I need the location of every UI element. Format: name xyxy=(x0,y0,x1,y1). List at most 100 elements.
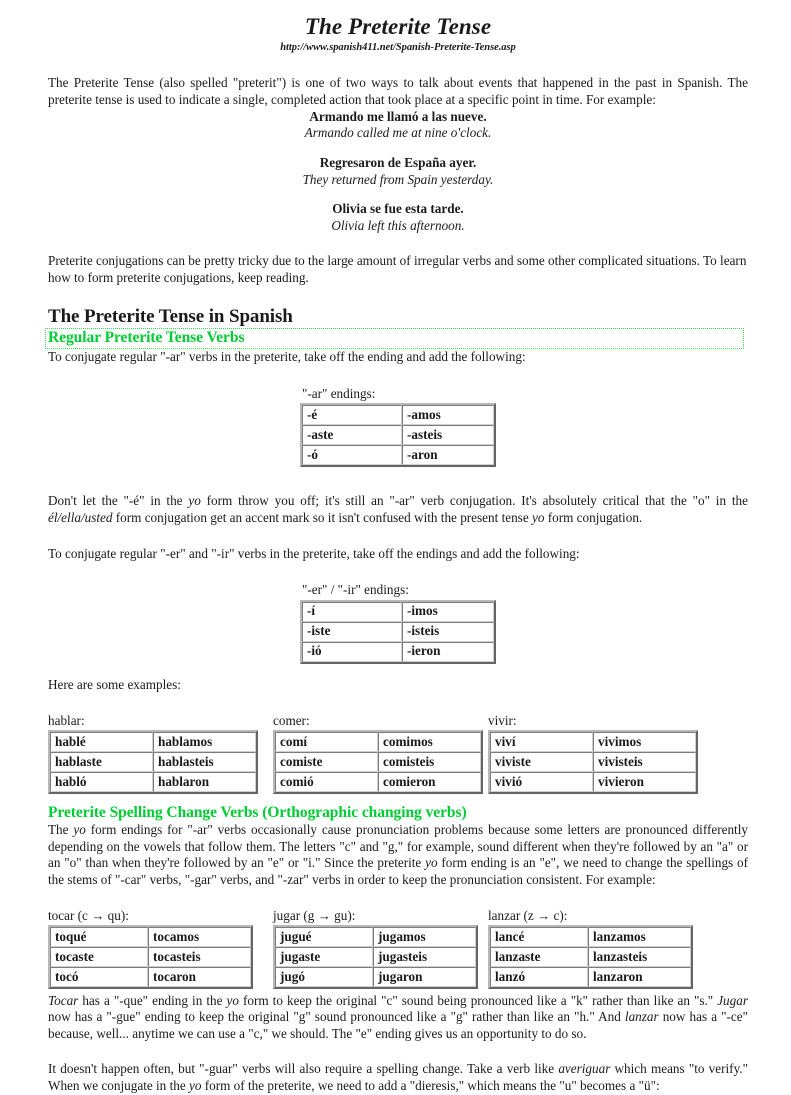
table-cell: -imos xyxy=(402,601,494,622)
table-cell: comiste xyxy=(275,752,378,773)
tocar-block: tocar (c → qu): toqué tocamos tocaste to… xyxy=(48,908,253,990)
ar-note-part-d: form conjugation. xyxy=(544,510,643,525)
table-cell: comió xyxy=(275,772,378,793)
page-title: The Preterite Tense xyxy=(304,14,492,39)
table-cell: -asteis xyxy=(402,425,494,446)
ar-intro-text: To conjugate regular "-ar" verbs in the … xyxy=(48,349,526,365)
table-cell: -iste xyxy=(302,621,402,642)
jugar-table: jugué jugamos jugaste jugasteis jugó jug… xyxy=(273,925,478,990)
table-cell: viviste xyxy=(490,752,593,773)
table-cell: lanzamos xyxy=(588,927,691,948)
comer-table: comí comimos comiste comisteis comió com… xyxy=(273,730,483,795)
table-row: lanzó lanzaron xyxy=(490,967,691,988)
table-cell: habló xyxy=(50,772,153,793)
note-yo-1: yo xyxy=(226,992,239,1008)
table-row: -ió -ieron xyxy=(302,641,494,662)
lanzar-table: lancé lanzamos lanzaste lanzasteis lanzó… xyxy=(488,925,693,990)
subsection-heading-regular-verbs: Regular Preterite Tense Verbs xyxy=(45,327,744,350)
intro-paragraph: The Preterite Tense (also spelled "prete… xyxy=(48,75,748,108)
table-row: -aste -asteis xyxy=(302,425,494,446)
table-cell: -ieron xyxy=(402,641,494,662)
example-3-spanish: Olivia se fue esta tarde. xyxy=(332,201,464,217)
table-cell: -aste xyxy=(302,425,402,446)
spelling-note-paragraph: Tocar has a "-que" ending in the yo form… xyxy=(48,993,748,1043)
table-row: comiste comisteis xyxy=(275,752,481,773)
lanzar-block: lanzar (z → c): lancé lanzamos lanzaste … xyxy=(488,908,693,990)
spelling-para-part-a: The xyxy=(48,822,74,838)
ar-note-elella: él/ella/usted xyxy=(48,510,113,525)
example-3-english: Olivia left this afternoon. xyxy=(331,217,465,233)
table-row: tocaste tocasteis xyxy=(50,947,251,968)
table-row: vivió vivieron xyxy=(490,772,696,793)
example-1-english: Armando called me at nine o'clock. xyxy=(304,125,492,141)
table-row: jugué jugamos xyxy=(275,927,476,948)
hablar-label: hablar: xyxy=(48,712,85,728)
table-cell: hablaste xyxy=(50,752,153,773)
table-cell: -ió xyxy=(302,641,402,662)
table-row: -í -imos xyxy=(302,601,494,622)
table-cell: -é xyxy=(302,405,402,426)
table-row: comió comieron xyxy=(275,772,481,793)
spelling-para-yo-1: yo xyxy=(73,822,86,838)
table-row: toqué tocamos xyxy=(50,927,251,948)
ar-note-yo-2: yo xyxy=(531,510,545,525)
ar-endings-section: "-ar" endings: -é -amos -aste -asteis -ó… xyxy=(48,385,748,468)
note-tocar: Tocar xyxy=(48,992,79,1008)
er-ir-endings-table: -í -imos -iste -isteis -ió -ieron xyxy=(300,599,496,664)
vivir-table: viví vivimos viviste vivisteis vivió viv… xyxy=(488,730,698,795)
jugar-label: jugar (g → gu): xyxy=(273,907,356,923)
note-part-c: now has a "-gue" ending to keep the orig… xyxy=(48,1009,625,1025)
table-cell: jugaste xyxy=(275,947,373,968)
table-cell: jugaron xyxy=(373,967,476,988)
table-cell: jugué xyxy=(275,927,373,948)
table-cell: vivieron xyxy=(593,772,696,793)
note-part-a: has a "-que" ending in the xyxy=(78,992,227,1008)
table-cell: lanzaron xyxy=(588,967,691,988)
section-heading-spanish: The Preterite Tense in Spanish xyxy=(48,305,293,327)
table-cell: lanzaste xyxy=(490,947,588,968)
er-ir-endings-label: "-er" / "-ir" endings: xyxy=(302,582,409,598)
intro-closing-paragraph: Preterite conjugations can be pretty tri… xyxy=(48,253,747,286)
table-cell: tocó xyxy=(50,967,148,988)
table-cell: comisteis xyxy=(378,752,481,773)
example-2-english: They returned from Spain yesterday. xyxy=(302,171,494,187)
table-row: -ó -aron xyxy=(302,445,494,466)
er-ir-endings-section: "-er" / "-ir" endings: -í -imos -iste -i… xyxy=(48,581,748,664)
table-cell: jugó xyxy=(275,967,373,988)
guar-averiguar: averiguar xyxy=(558,1061,611,1077)
table-cell: vivisteis xyxy=(593,752,696,773)
table-cell: viví xyxy=(490,732,593,753)
tocar-table: toqué tocamos tocaste tocasteis tocó toc… xyxy=(48,925,253,990)
note-jugar: Jugar xyxy=(717,992,748,1008)
hablar-table: hablé hablamos hablaste hablasteis habló… xyxy=(48,730,258,795)
table-cell: jugamos xyxy=(373,927,476,948)
table-cell: comieron xyxy=(378,772,481,793)
table-cell: lancé xyxy=(490,927,588,948)
table-row: viví vivimos xyxy=(490,732,696,753)
table-row: jugaste jugasteis xyxy=(275,947,476,968)
table-row: tocó tocaron xyxy=(50,967,251,988)
examples-intro-text: Here are some examples: xyxy=(48,676,181,692)
table-cell: tocaron xyxy=(148,967,251,988)
guar-part-a: It doesn't happen often, but "-guar" ver… xyxy=(48,1061,559,1077)
tocar-label: tocar (c → qu): xyxy=(48,907,129,923)
note-lanzar: lanzar xyxy=(624,1009,659,1025)
er-ir-intro-text: To conjugate regular "-er" and "-ir" ver… xyxy=(48,545,580,561)
table-cell: hablaron xyxy=(153,772,256,793)
table-cell: vivimos xyxy=(593,732,696,753)
table-cell: -ó xyxy=(302,445,402,466)
table-cell: comí xyxy=(275,732,378,753)
ar-note-part-b: form throw you off; it's still an "-ar" … xyxy=(200,493,748,509)
table-row: -iste -isteis xyxy=(302,621,494,642)
lanzar-label: lanzar (z → c): xyxy=(488,907,568,923)
table-cell: tocamos xyxy=(148,927,251,948)
regular-examples-tables: hablar: hablé hablamos hablaste hablaste… xyxy=(48,712,748,795)
